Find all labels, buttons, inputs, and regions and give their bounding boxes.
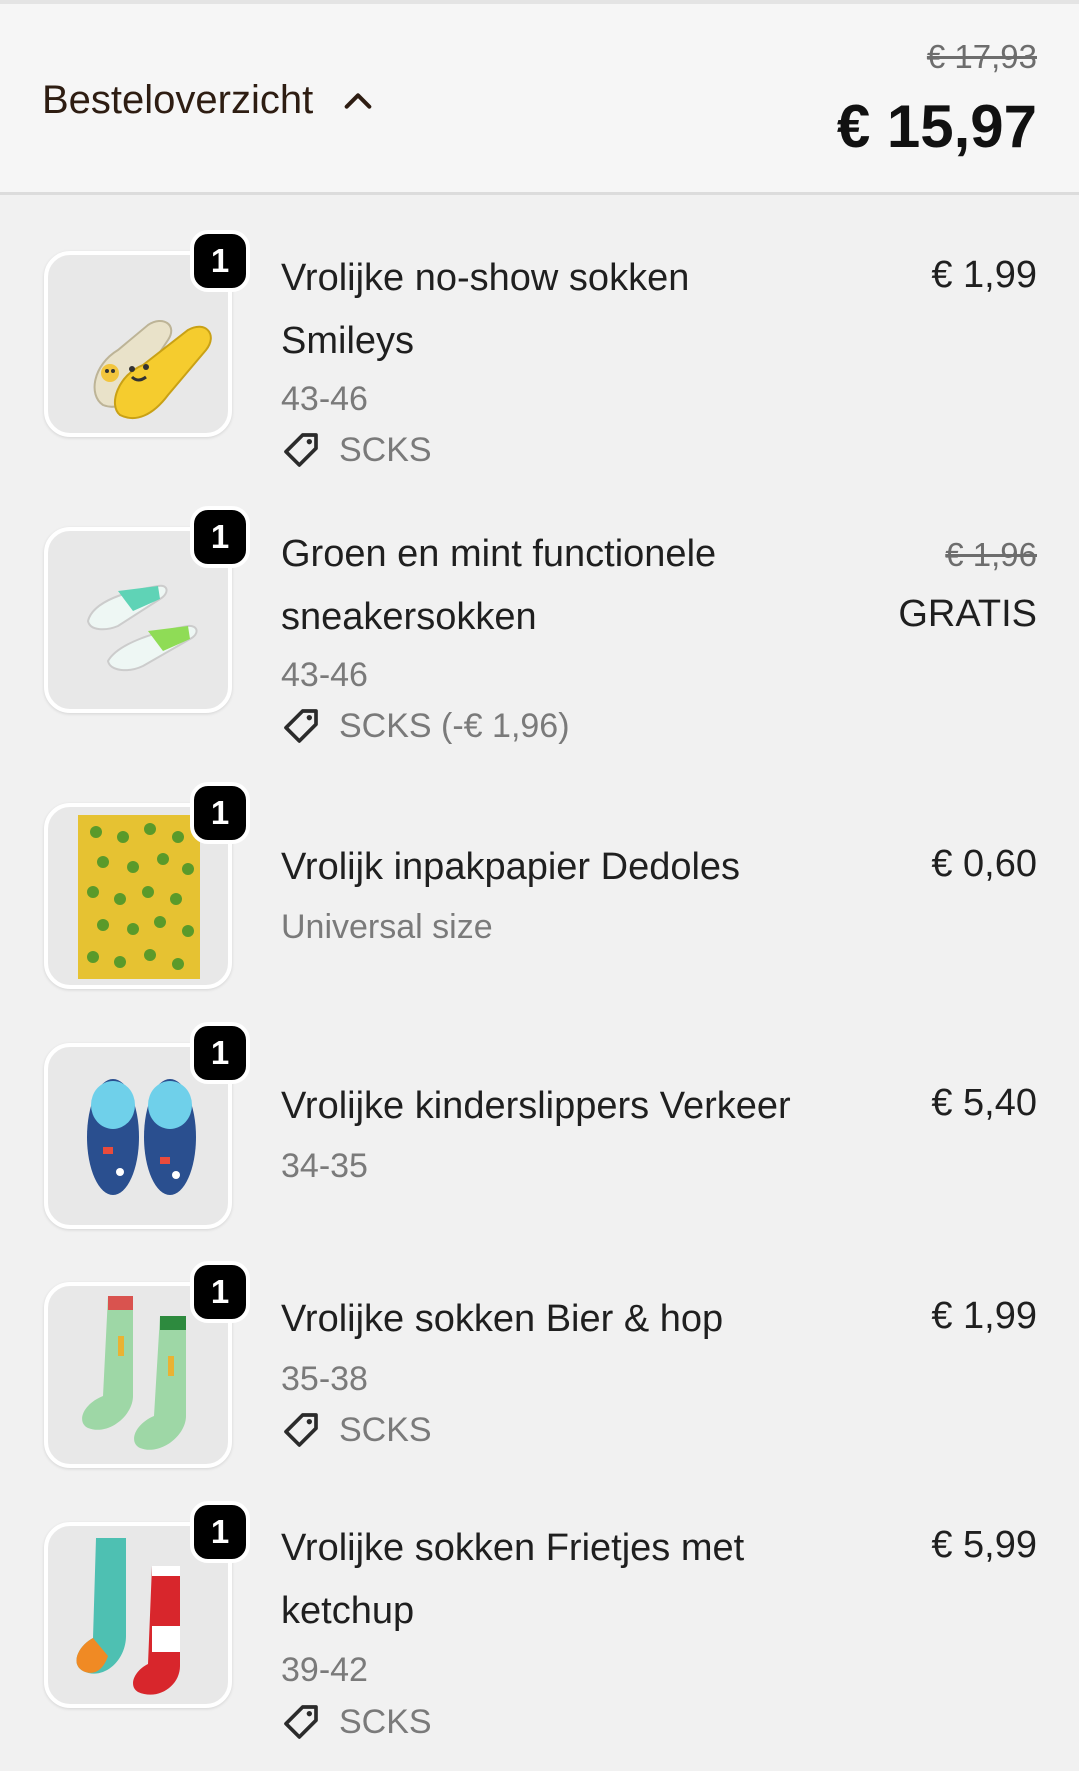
coupon-code: SCKS — [339, 1410, 432, 1449]
coupon-line: SCKS — [281, 1702, 432, 1742]
product-name-line: Vrolijke sokken Bier & hop — [281, 1298, 724, 1340]
coupon-line: SCKS (-€ 1,96) — [281, 706, 570, 746]
product-name: Vrolijke no-show sokken Smileys — [281, 247, 871, 373]
product-size: 43-46 — [281, 380, 368, 418]
product-name: Vrolijke kinderslippers Verkeer — [281, 1075, 871, 1138]
product-name-line: Vrolijk inpakpapier Dedoles — [281, 846, 741, 888]
total-original-price: € 17,93 — [926, 38, 1037, 75]
product-size: Universal size — [281, 908, 493, 946]
order-summary-toggle[interactable]: Besteloverzicht — [42, 78, 375, 123]
product-name-line: Vrolijke sokken Frietjes met — [281, 1527, 745, 1569]
product-size: 39-42 — [281, 1651, 368, 1689]
coupon-line: SCKS — [281, 430, 432, 470]
product-size: 35-38 — [281, 1360, 368, 1398]
coupon-line: SCKS — [281, 1410, 432, 1450]
product-size: 43-46 — [281, 656, 368, 694]
product-price: € 1,99 — [931, 254, 1037, 296]
product-name: Vrolijke sokken Frietjes met ketchup — [281, 1517, 871, 1643]
quantity-badge: 1 — [190, 782, 250, 844]
tag-icon — [284, 709, 318, 743]
quantity-badge: 1 — [190, 1261, 250, 1323]
product-price: GRATIS — [898, 593, 1037, 635]
product-original-price: € 1,96 — [945, 536, 1037, 573]
chevron-up-icon — [344, 92, 372, 109]
product-name-line: Vrolijke no-show sokken — [281, 257, 690, 299]
product-name: Vrolijk inpakpapier Dedoles — [281, 836, 871, 899]
quantity-badge: 1 — [190, 230, 250, 292]
coupon-code: SCKS — [339, 1702, 432, 1741]
total-price: € 15,97 — [836, 93, 1037, 160]
product-name-line: Groen en mint functionele — [281, 533, 717, 575]
tag-icon — [284, 433, 318, 467]
product-price: € 5,40 — [931, 1082, 1037, 1124]
product-name-line: sneakersokken — [281, 596, 537, 638]
product-size: 34-35 — [281, 1147, 368, 1185]
order-summary-header[interactable]: Besteloverzicht € 17,93 € 15,97 — [0, 4, 1079, 195]
coupon-code: SCKS (-€ 1,96) — [339, 706, 570, 745]
tag-icon — [284, 1413, 318, 1447]
product-name-line: Smileys — [281, 320, 415, 362]
product-name: Vrolijke sokken Bier & hop — [281, 1288, 871, 1351]
tag-icon — [284, 1705, 318, 1739]
coupon-code: SCKS — [339, 430, 432, 469]
product-name-line: ketchup — [281, 1590, 415, 1632]
product-name: Groen en mint functionele sneakersokken — [281, 523, 871, 649]
product-price: € 5,99 — [931, 1524, 1037, 1566]
product-price: € 0,60 — [931, 843, 1037, 885]
order-summary-title: Besteloverzicht — [42, 78, 314, 122]
quantity-badge: 1 — [190, 1501, 250, 1563]
quantity-badge: 1 — [190, 1022, 250, 1084]
product-price: € 1,99 — [931, 1295, 1037, 1337]
product-name-line: Vrolijke kinderslippers Verkeer — [281, 1085, 791, 1127]
quantity-badge: 1 — [190, 506, 250, 568]
